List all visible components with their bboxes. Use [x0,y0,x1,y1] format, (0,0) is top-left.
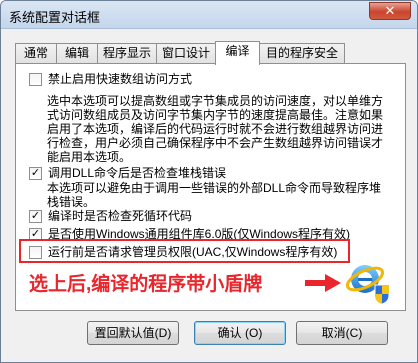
dialog-window: 系统配置对话框 ✕ 通常 编辑 程序显示 窗口设计 编译 目的程序安全 禁止启用… [0,0,418,363]
tab-program-display[interactable]: 程序显示 [97,43,157,64]
red-arrow-right-icon [305,274,341,292]
dll-stack-check-checkbox[interactable]: ✓ [29,167,42,180]
reset-defaults-button[interactable]: 置回默认值(D) [87,321,179,345]
tab-bar: 通常 编辑 程序显示 窗口设计 编译 目的程序安全 [15,41,409,65]
dead-loop-check-label: 编译时是否检查死循环代码 [48,209,193,223]
dll-stack-check-label: 调用DLL命令后是否检查堆栈错误 [48,166,227,180]
dll-stack-check-description: 本选项可以避免由于调用一些错误的外部DLL命令而导致程序堆栈错误。 [47,181,382,209]
title-bar: 系统配置对话框 ✕ [1,1,417,29]
window-title: 系统配置对话框 [9,10,101,25]
tab-target-security[interactable]: 目的程序安全 [259,43,345,64]
cancel-button[interactable]: 取消(C) [296,321,388,345]
annotation-text: 选上后,编译的程序带小盾牌 [29,274,263,295]
uac-request-checkbox[interactable] [29,246,42,259]
tab-compile[interactable]: 编译 [215,41,260,65]
tab-edit[interactable]: 编辑 [56,43,98,64]
tab-general[interactable]: 通常 [15,43,57,64]
fast-array-access-label: 禁止启用快速数组访问方式 [48,72,193,86]
dead-loop-check-checkbox[interactable]: ✓ [29,210,42,223]
ok-button[interactable]: 确认 (O) [194,321,286,345]
tab-window-design[interactable]: 窗口设计 [156,43,216,64]
fast-array-access-description: 选中本选项可以提高数组或字节集成员的访问速度，对以单维方式访问数组成员及访问字节… [47,94,384,164]
fast-array-access-checkbox[interactable] [29,73,42,86]
ie-shield-icon [345,265,390,305]
uac-request-label: 运行前是否请求管理员权限(UAC,仅Windows程序有效) [48,245,338,259]
close-button[interactable]: ✕ [369,2,411,20]
